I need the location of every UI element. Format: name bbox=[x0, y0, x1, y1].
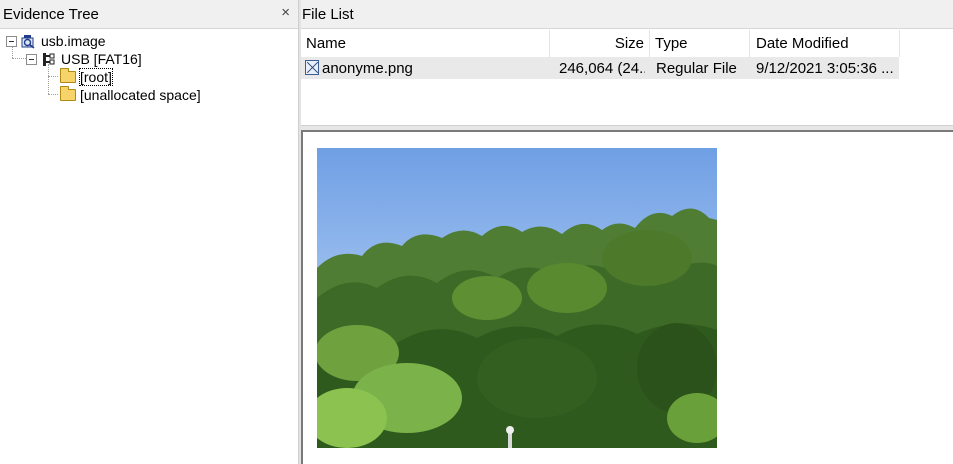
preview-pane bbox=[301, 130, 953, 464]
tree-connector bbox=[48, 64, 49, 94]
column-header-date-modified[interactable]: Date Modified bbox=[750, 30, 900, 57]
file-list-header: File List bbox=[301, 0, 953, 29]
column-header-name[interactable]: Name bbox=[301, 30, 550, 57]
tree-node-label: usb.image bbox=[41, 33, 106, 49]
close-icon[interactable]: × bbox=[281, 4, 290, 21]
tree-connector bbox=[48, 94, 58, 95]
tree-node-unallocated-space[interactable]: [unallocated space] bbox=[60, 86, 201, 104]
collapse-icon[interactable] bbox=[26, 53, 37, 65]
file-list-grid: Name Size Type Date Modified anonyme.png… bbox=[301, 30, 953, 125]
evidence-tree-title: Evidence Tree bbox=[3, 6, 99, 23]
tree-node-usb-image[interactable]: usb.image bbox=[6, 32, 106, 50]
collapse-icon[interactable] bbox=[6, 35, 17, 47]
tree-node-label: [unallocated space] bbox=[80, 87, 201, 103]
partition-icon bbox=[43, 52, 55, 66]
folder-icon bbox=[60, 86, 76, 101]
file-type-cell: Regular File bbox=[656, 60, 737, 77]
tree-connector bbox=[48, 76, 58, 77]
tree-canopy-image bbox=[317, 148, 717, 448]
file-list-pane: File List Name Size Type Date Modified a… bbox=[301, 0, 953, 464]
column-header-size[interactable]: Size bbox=[550, 30, 650, 57]
photo-preview bbox=[317, 148, 717, 448]
file-list-title: File List bbox=[302, 6, 354, 23]
disk-image-icon bbox=[21, 34, 35, 49]
evidence-tree-pane: Evidence Tree × usb.image USB [FAT16] [r… bbox=[0, 0, 298, 464]
tree-node-label: [root] bbox=[79, 68, 113, 86]
tree-node-label: USB [FAT16] bbox=[61, 51, 142, 67]
tree-connector bbox=[12, 58, 26, 59]
column-header-type[interactable]: Type bbox=[650, 30, 750, 57]
file-date-cell: 9/12/2021 3:05:36 ... bbox=[756, 60, 894, 77]
file-size-cell: 246,064 (24... bbox=[559, 60, 645, 77]
tree-node-usb-fat16[interactable]: USB [FAT16] bbox=[26, 50, 142, 68]
file-name-cell: anonyme.png bbox=[322, 60, 413, 77]
image-file-icon bbox=[305, 60, 319, 75]
evidence-tree-header: Evidence Tree × bbox=[0, 0, 298, 29]
tree-node-root[interactable]: [root] bbox=[60, 68, 113, 86]
table-row[interactable]: anonyme.png 246,064 (24... Regular File … bbox=[301, 57, 899, 79]
folder-icon bbox=[60, 68, 76, 83]
